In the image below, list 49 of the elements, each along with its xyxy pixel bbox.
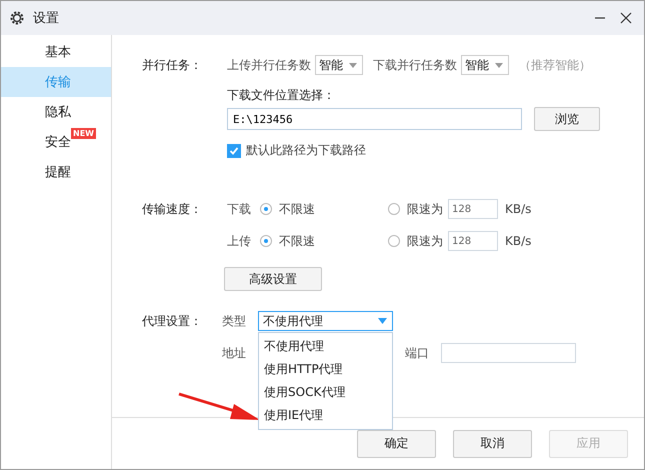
field-label: 上传 <box>227 232 252 250</box>
advanced-settings-button[interactable]: 高级设置 <box>224 267 322 291</box>
field-label: 下载并行任务数 <box>373 56 457 74</box>
unit-label: KB/s <box>505 234 532 248</box>
radio-button[interactable] <box>388 203 400 215</box>
radio-label: 限速为 <box>407 232 443 250</box>
sidebar-item[interactable]: 提醒 <box>1 157 111 187</box>
speed-limit-field[interactable]: 128 <box>448 231 498 251</box>
checkbox-label: 默认此路径为下载路径 <box>246 142 366 159</box>
caret-icon <box>349 62 357 68</box>
field-label: 类型 <box>222 312 247 330</box>
checkbox[interactable] <box>227 144 241 158</box>
gear-icon <box>9 10 25 26</box>
section-label: 传输速度： <box>142 200 203 218</box>
menu-item[interactable]: 不使用代理 <box>259 335 392 358</box>
caret-icon <box>378 318 387 324</box>
radio-button[interactable] <box>260 235 272 247</box>
menu-item[interactable]: 使用HTTP代理 <box>259 358 392 381</box>
section-label: 代理设置： <box>142 312 203 330</box>
caret-icon <box>495 62 503 68</box>
radio-button[interactable] <box>260 203 272 215</box>
close-icon[interactable] <box>620 12 632 24</box>
port-field[interactable] <box>441 343 576 363</box>
dropdown[interactable]: 智能 <box>315 55 363 75</box>
menu-item[interactable]: 使用IE代理 <box>259 404 392 427</box>
radio-label: 限速为 <box>407 200 443 218</box>
dialog-button[interactable]: 取消 <box>453 430 532 458</box>
dropdown[interactable]: 智能 <box>461 55 509 75</box>
radio-label: 不限速 <box>279 200 315 218</box>
new-badge: NEW <box>71 128 96 139</box>
section-label: 并行任务： <box>142 56 203 74</box>
sidebar-item[interactable]: 隐私 <box>1 97 111 127</box>
field-label: 上传并行任务数 <box>227 56 311 74</box>
menu-item[interactable]: 使用SOCK代理 <box>259 381 392 404</box>
hint-text: （推荐智能） <box>519 56 591 74</box>
field-label: 地址 <box>222 344 247 362</box>
field-label: 下载文件位置选择： <box>227 87 336 103</box>
radio-button[interactable] <box>388 235 400 247</box>
field-label: 端口 <box>405 344 430 362</box>
path-field[interactable]: E:\123456 <box>227 108 522 130</box>
field-label: 下载 <box>227 200 252 218</box>
window-title: 设置 <box>33 10 59 27</box>
browse-button[interactable]: 浏览 <box>534 107 600 131</box>
speed-limit-field[interactable]: 128 <box>448 199 498 219</box>
radio-label: 不限速 <box>279 232 315 250</box>
unit-label: KB/s <box>505 202 532 216</box>
dialog-button[interactable]: 确定 <box>357 430 436 458</box>
sidebar-item[interactable]: 基本 <box>1 37 111 67</box>
proxy-type-dropdown[interactable]: 不使用代理 <box>258 311 393 331</box>
